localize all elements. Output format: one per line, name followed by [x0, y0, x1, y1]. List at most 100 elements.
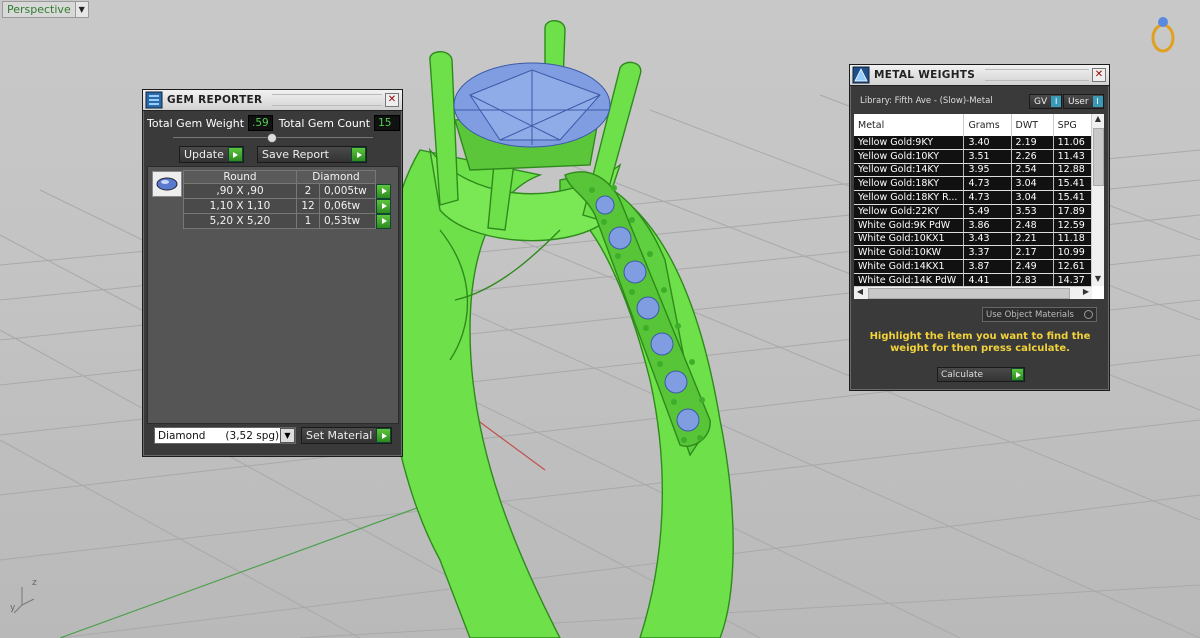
play-icon: [227, 147, 243, 162]
total-gem-weight-value: .59: [248, 115, 273, 131]
metal-weights-titlebar[interactable]: METAL WEIGHTS ✕: [850, 65, 1109, 86]
metal-cell-spg: 11.06: [1053, 136, 1093, 150]
metal-cell-metal: White Gold:10KW: [854, 245, 965, 261]
select-gems-button[interactable]: [376, 183, 391, 199]
metal-row[interactable]: White Gold:10KX1 3.43 2.21 11.18: [854, 232, 1093, 247]
gv-label: GV: [1034, 96, 1048, 107]
gem-count: 12: [296, 198, 320, 214]
gem-row[interactable]: 1,10 X 1,10 12 0,06tw: [183, 198, 395, 214]
metal-row[interactable]: Yellow Gold:18KY 4.73 3.04 15.41: [854, 176, 1093, 192]
metal-cell-dwt: 2.26: [1011, 149, 1054, 164]
close-icon[interactable]: ✕: [1092, 68, 1106, 82]
title-grip: [985, 69, 1089, 81]
gem-weight: 0,53tw: [319, 213, 376, 229]
gem-row[interactable]: ,90 X ,90 2 0,005tw: [183, 183, 395, 199]
user-label: User: [1068, 96, 1089, 107]
metal-cell-metal: White Gold:14KX1: [854, 259, 965, 274]
gv-toggle[interactable]: GV I: [1029, 94, 1063, 109]
metal-cell-dwt: 3.04: [1011, 190, 1054, 205]
metal-row[interactable]: Yellow Gold:18KY R... 4.73 3.04 15.41: [854, 190, 1093, 205]
viewport-label[interactable]: Perspective ▼: [2, 1, 89, 18]
col-spg[interactable]: SPG: [1053, 114, 1093, 136]
metal-cell-spg: 12.88: [1053, 163, 1093, 178]
metal-cell-spg: 15.41: [1053, 176, 1093, 192]
gem-size: 5,20 X 5,20: [183, 213, 297, 229]
metal-cell-metal: Yellow Gold:9KY: [854, 136, 965, 150]
gem-size: ,90 X ,90: [183, 183, 297, 199]
metal-cell-metal: Yellow Gold:18KY: [854, 176, 965, 192]
info-icon: I: [1051, 96, 1062, 107]
metal-cell-metal: Yellow Gold:22KY: [854, 204, 965, 219]
metal-cell-spg: 10.99: [1053, 245, 1093, 261]
splitter-handle[interactable]: [267, 133, 277, 143]
gem-table: Round Diamond ,90 X ,90 2 0,005tw 1,10 X…: [183, 170, 395, 229]
metal-cell-grams: 5.49: [963, 204, 1012, 219]
ring-logo-icon: [1151, 17, 1175, 53]
metal-cell-metal: Yellow Gold:14KY: [854, 163, 965, 178]
scroll-thumb[interactable]: [1093, 128, 1104, 186]
metal-weights-panel[interactable]: METAL WEIGHTS ✕ Library: Fifth Ave - (Sl…: [849, 64, 1110, 391]
gem-row[interactable]: 5,20 X 5,20 1 0,53tw: [183, 213, 395, 229]
shape-header: Round: [183, 170, 297, 184]
metal-row[interactable]: Yellow Gold:9KY 3.40 2.19 11.06: [854, 136, 1093, 150]
round-gem-icon: [156, 177, 178, 191]
save-report-button[interactable]: Save Report: [257, 146, 367, 163]
col-metal[interactable]: Metal: [854, 114, 965, 136]
col-dwt[interactable]: DWT: [1011, 114, 1054, 136]
metal-cell-dwt: 2.54: [1011, 163, 1054, 178]
metal-row[interactable]: White Gold:10KW 3.37 2.17 10.99: [854, 245, 1093, 261]
scroll-up-icon[interactable]: ▲: [1092, 114, 1104, 126]
metal-cell-metal: Yellow Gold:18KY R...: [854, 190, 965, 205]
gem-reporter-panel[interactable]: GEM REPORTER ✕ Total Gem Weight .59 Tota…: [142, 89, 403, 457]
total-gem-count-label: Total Gem Count: [278, 116, 371, 130]
select-gems-button[interactable]: [376, 198, 391, 214]
metal-row[interactable]: White Gold:14KX1 3.87 2.49 12.61: [854, 259, 1093, 274]
metal-table[interactable]: Metal Grams DWT SPG Yellow Gold:9KY 3.40 2…: [854, 114, 1104, 299]
select-gems-button[interactable]: [376, 213, 391, 229]
viewport-name: Perspective: [7, 3, 71, 16]
set-material-button[interactable]: Set Material: [301, 427, 393, 444]
close-icon[interactable]: ✕: [385, 93, 399, 107]
chevron-down-icon[interactable]: ▼: [280, 428, 295, 443]
play-icon: [1011, 368, 1024, 381]
library-label: Library: Fifth Ave - (Slow)-Metal: [860, 96, 993, 106]
metal-cell-spg: 11.43: [1053, 149, 1093, 164]
col-grams[interactable]: Grams: [963, 114, 1012, 136]
metal-row[interactable]: Yellow Gold:10KY 3.51 2.26 11.43: [854, 149, 1093, 164]
scroll-right-icon[interactable]: ▶: [1080, 287, 1092, 299]
user-toggle[interactable]: User I: [1063, 94, 1104, 109]
metal-row[interactable]: Yellow Gold:22KY 5.49 3.53 17.89: [854, 204, 1093, 219]
metal-cell-metal: Yellow Gold:10KY: [854, 149, 965, 164]
gem-size: 1,10 X 1,10: [183, 198, 297, 214]
chevron-down-icon[interactable]: ▼: [74, 2, 88, 17]
use-object-materials-label: Use Object Materials: [986, 309, 1074, 320]
metal-cell-grams: 3.87: [963, 259, 1012, 274]
material-select[interactable]: Diamond (3,52 spg) ▼: [154, 427, 296, 444]
metal-row[interactable]: White Gold:9K PdW 3.86 2.48 12.59: [854, 218, 1093, 233]
update-button[interactable]: Update: [179, 146, 244, 163]
horizontal-scrollbar[interactable]: ◀ ▶: [854, 286, 1092, 299]
axis-label-y: y: [10, 603, 16, 613]
use-object-materials-toggle[interactable]: Use Object Materials: [982, 307, 1097, 322]
metal-cell-grams: 4.73: [963, 190, 1012, 205]
metal-cell-grams: 3.86: [963, 218, 1012, 233]
gem-reporter-titlebar[interactable]: GEM REPORTER ✕: [143, 90, 402, 111]
vertical-scrollbar[interactable]: ▲ ▼: [1091, 114, 1104, 286]
total-gem-weight-label: Total Gem Weight: [147, 116, 245, 130]
calculate-button[interactable]: Calculate: [937, 367, 1025, 382]
metal-weights-title: METAL WEIGHTS: [874, 69, 976, 81]
metal-cell-grams: 3.95: [963, 163, 1012, 178]
scroll-left-icon[interactable]: ◀: [854, 287, 866, 299]
metal-row[interactable]: Yellow Gold:14KY 3.95 2.54 12.88: [854, 163, 1093, 178]
gem-thumbnail[interactable]: [152, 171, 182, 197]
splitter-slider[interactable]: [173, 133, 373, 143]
scroll-down-icon[interactable]: ▼: [1092, 274, 1104, 286]
scroll-thumb[interactable]: [868, 288, 1070, 299]
metal-weights-icon: [852, 66, 870, 84]
total-gem-count-value: 15: [374, 115, 401, 131]
metal-cell-grams: 3.37: [963, 245, 1012, 261]
metal-cell-spg: 12.61: [1053, 259, 1093, 274]
metal-cell-dwt: 3.04: [1011, 176, 1054, 192]
update-button-label: Update: [184, 148, 224, 161]
gem-weight: 0,06tw: [319, 198, 376, 214]
